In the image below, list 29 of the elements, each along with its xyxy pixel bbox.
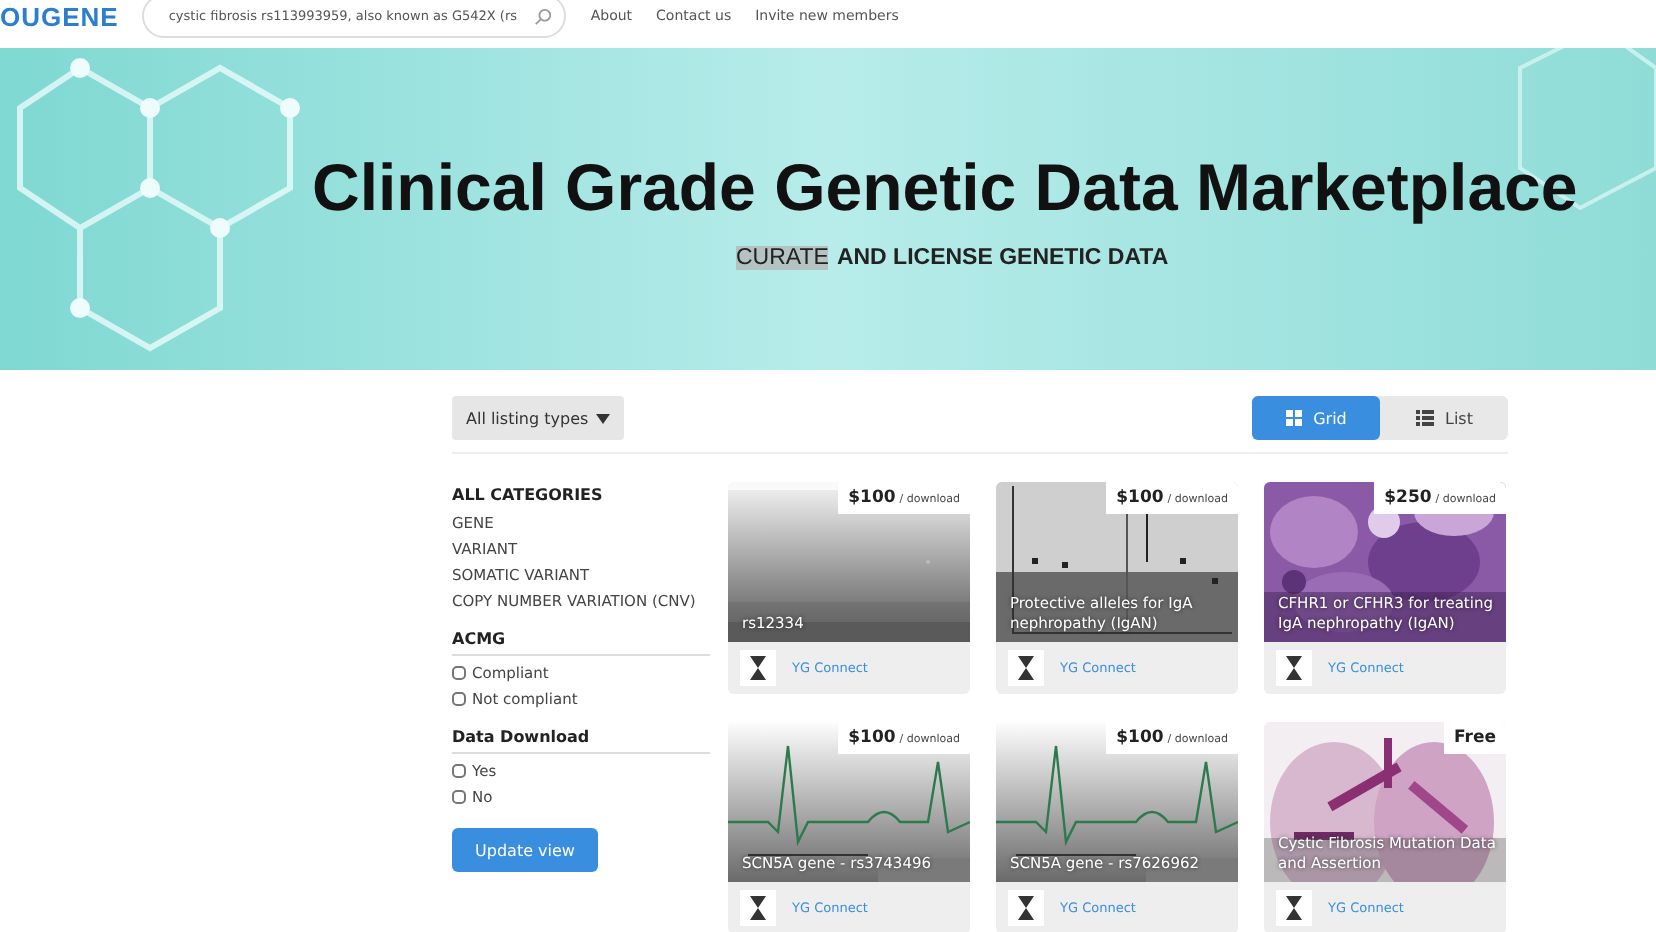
price: $100 — [1116, 488, 1164, 508]
grid-icon — [1285, 410, 1302, 426]
list-icon — [1415, 410, 1433, 426]
price: $100 — [848, 728, 896, 748]
checkbox[interactable] — [452, 790, 466, 804]
hourglass-icon — [740, 650, 776, 686]
checkbox[interactable] — [452, 692, 466, 706]
tagline-text: CURATE — [736, 245, 829, 269]
price: $100 — [848, 488, 896, 508]
checkbox[interactable] — [452, 666, 466, 680]
search-icon — [534, 7, 553, 25]
filter-heading: Data Download — [452, 728, 710, 754]
price: Free — [1454, 728, 1496, 748]
hourglass-icon — [1008, 650, 1044, 686]
caret-icon — [596, 413, 611, 423]
hourglass-icon — [740, 890, 776, 926]
hourglass-icon — [1008, 890, 1044, 926]
tagline-text: AND LICENSE GENETIC DATA — [836, 245, 1169, 269]
hourglass-icon — [1276, 650, 1312, 686]
banner-title: Clinical Grade Genetic Data Marketplace — [312, 149, 1578, 225]
price: $100 — [1116, 728, 1164, 748]
view-tab[interactable]: List — [1380, 396, 1508, 440]
category-heading: ALL CATEGORIES — [452, 486, 605, 504]
hourglass-icon — [1276, 890, 1312, 926]
filter-heading: ACMG — [452, 630, 710, 656]
logo[interactable]: OUGENE — [0, 1, 119, 31]
listing-type-dropdown[interactable]: All listing types — [452, 396, 625, 440]
price: $250 — [1384, 488, 1432, 508]
checkbox[interactable] — [452, 764, 466, 778]
